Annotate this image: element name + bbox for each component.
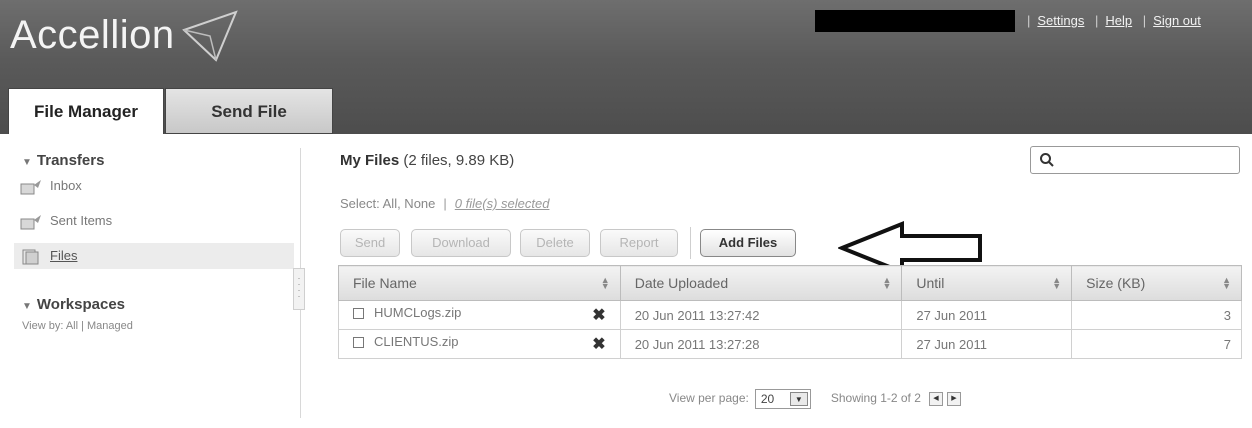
collapse-triangle-icon: ▼ <box>22 157 32 168</box>
pagination: View per page: 20 ▼ Showing 1-2 of 2 ◀ ▶ <box>669 386 961 410</box>
app-logo: Accellion <box>10 13 175 57</box>
date-uploaded-cell: 20 Jun 2011 13:27:28 <box>619 329 903 359</box>
page-title: My Files (2 files, 9.89 KB) <box>340 152 515 169</box>
add-files-button[interactable]: Add Files <box>700 229 796 257</box>
next-page-icon[interactable]: ▶ <box>946 391 961 406</box>
sort-icon: ▲ ▼ <box>1222 275 1231 291</box>
date-uploaded-cell: 20 Jun 2011 13:27:42 <box>619 300 903 330</box>
sidebar-item-inbox[interactable]: Inbox <box>20 173 82 199</box>
column-file-name[interactable]: File Name ▲ ▼ <box>338 265 621 301</box>
sort-icon: ▲ ▼ <box>600 275 610 291</box>
sort-icon: ▲ ▼ <box>1052 275 1062 291</box>
search-icon <box>1040 153 1054 167</box>
row-checkbox[interactable] <box>353 337 364 349</box>
logo-mark-icon <box>182 10 238 62</box>
settings-link[interactable]: Settings <box>1037 13 1084 28</box>
chevron-down-icon[interactable]: ▼ <box>789 391 808 406</box>
send-button[interactable]: Send <box>340 229 400 257</box>
help-link[interactable]: Help <box>1105 13 1132 28</box>
column-until[interactable]: Until ▲ ▼ <box>901 265 1073 301</box>
files-icon <box>22 249 39 265</box>
until-cell: 27 Jun 2011 <box>901 300 1073 330</box>
files-table: File Name ▲ ▼ Date Uploaded ▲ ▼ Until ▲ ▼ Size… <box>338 265 1242 359</box>
selection-bar: Select: All, None | 0 file(s) selected <box>340 196 550 211</box>
view-per-page-label: View per page: <box>669 391 749 405</box>
sidebar: ▼ Transfers Inbox Sent Items Files ▼ Works… <box>0 134 296 428</box>
workspaces-heading[interactable]: ▼ Workspaces <box>22 296 125 313</box>
collapse-triangle-icon: ▼ <box>22 301 32 312</box>
top-links: | Settings | Help | Sign out <box>1027 13 1201 28</box>
search-input[interactable] <box>1059 150 1235 170</box>
sent-items-icon <box>20 214 41 230</box>
toolbar-divider <box>690 227 691 259</box>
table-header-row: File Name ▲ ▼ Date Uploaded ▲ ▼ Until ▲ ▼ Size… <box>338 265 1242 301</box>
search-box[interactable] <box>1030 146 1240 174</box>
file-name-cell: CLIENTUS.zip ✖ <box>338 329 621 359</box>
row-checkbox[interactable] <box>353 308 364 320</box>
file-name-cell: HUMCLogs.zip ✖ <box>338 300 621 330</box>
delete-button[interactable]: Delete <box>520 229 590 257</box>
sidebar-resize-handle[interactable]: · · · · <box>293 268 305 310</box>
selected-count: 0 file(s) selected <box>454 196 550 211</box>
report-button[interactable]: Report <box>600 229 678 257</box>
per-page-select[interactable]: 20 ▼ <box>754 388 811 409</box>
sidebar-item-sent-items[interactable]: Sent Items <box>20 208 112 234</box>
table-row[interactable]: HUMCLogs.zip ✖ 20 Jun 2011 13:27:42 27 Ju… <box>338 300 1242 330</box>
until-cell: 27 Jun 2011 <box>901 329 1073 359</box>
showing-count: Showing 1-2 of 2 <box>830 391 921 405</box>
transfers-heading[interactable]: ▼ Transfers <box>22 152 104 169</box>
tab-send-file[interactable]: Send File <box>165 88 333 134</box>
tab-file-manager[interactable]: File Manager <box>8 88 164 134</box>
delete-file-icon[interactable]: ✖ <box>592 334 605 354</box>
sort-icon: ▲ ▼ <box>882 275 892 291</box>
app-header: Accellion | Settings | Help | Sign out File… <box>0 0 1252 134</box>
inbox-icon <box>20 179 41 195</box>
download-button[interactable]: Download <box>411 229 511 257</box>
size-cell: 7 <box>1071 329 1242 359</box>
column-date-uploaded[interactable]: Date Uploaded ▲ ▼ <box>619 265 903 301</box>
delete-file-icon[interactable]: ✖ <box>592 305 605 325</box>
workspaces-view-by[interactable]: View by: All | Managed <box>22 320 133 332</box>
prev-page-icon[interactable]: ◀ <box>928 391 943 406</box>
select-all-none[interactable]: Select: All, None <box>340 196 435 211</box>
size-cell: 3 <box>1071 300 1242 330</box>
table-row[interactable]: CLIENTUS.zip ✖ 20 Jun 2011 13:27:28 27 Ju… <box>338 329 1242 359</box>
column-size[interactable]: Size (KB) ▲ ▼ <box>1071 265 1242 301</box>
user-name-redacted <box>815 10 1015 32</box>
sign-out-link[interactable]: Sign out <box>1153 13 1201 28</box>
sidebar-item-files[interactable]: Files <box>14 243 294 269</box>
